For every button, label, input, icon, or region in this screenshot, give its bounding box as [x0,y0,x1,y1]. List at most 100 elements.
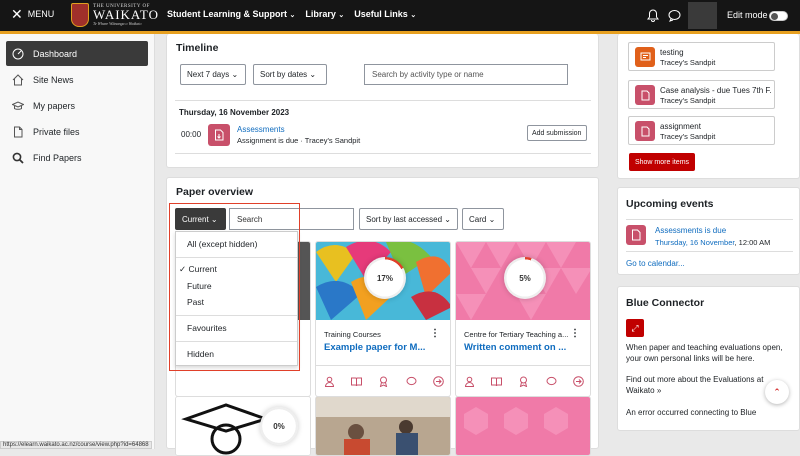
chevron-down-icon: ⌄ [289,12,296,19]
chevron-down-icon: ⌄ [338,12,345,19]
event-link[interactable]: Assessments [237,125,285,134]
recent-item-sub: Tracey's Sandpit [660,132,716,141]
chevron-down-icon: ⌄ [488,214,496,224]
menu-label: MENU [27,9,55,19]
progress-ring: 0% [260,407,298,445]
dashboard-icon [12,48,24,59]
chevron-down-icon: ⌄ [410,12,417,19]
sidebar-item-site-news[interactable]: Site News [6,67,148,92]
blue-connector-error: An error occurred connecting to Blue [626,408,757,417]
paper-card[interactable] [455,396,591,456]
paper-category: Training Courses [324,330,381,339]
back-to-top-button[interactable]: ⌃ [765,380,789,404]
participants-icon[interactable] [464,376,475,387]
progress-ring: 5% [504,257,546,299]
view-mode-button[interactable]: Card ⌄ [462,208,504,230]
nav-useful-links[interactable]: Useful Links ⌄ [354,9,416,19]
arrow-right-circle-icon[interactable] [573,376,584,387]
paper-overview-title: Paper overview [176,186,254,198]
top-navbar: ✕ MENU THE UNIVERSITY OF WAIKATO Te Whar… [0,0,800,31]
forum-icon[interactable] [406,376,417,387]
recent-item[interactable]: testing Tracey's Sandpit [628,42,775,71]
paper-card-actions [316,365,450,396]
recent-item[interactable]: Case analysis - due Tues 7th F... Tracey… [628,80,775,109]
paper-category: Centre for Tertiary Teaching a... [464,330,569,339]
pink-pattern-image [456,397,590,455]
paper-card[interactable] [315,396,451,456]
bell-icon[interactable] [647,9,659,22]
paper-name-link[interactable]: Example paper for M... [324,342,425,353]
blue-connector-block: Blue Connector ⤢ When paper and teaching… [617,286,800,431]
nav-library[interactable]: Library ⌄ [305,9,344,19]
chevron-down-icon: ⌄ [444,214,451,224]
search-icon [12,152,24,164]
chat-icon[interactable] [668,9,681,22]
recent-item-title: assignment [660,122,701,131]
book-icon[interactable] [351,376,363,387]
feedback-icon [635,47,655,67]
timeline-search-input[interactable]: Search by activity type or name [364,64,568,85]
graduation-cap-icon [12,100,24,110]
paper-card[interactable]: 0% [175,396,311,456]
recent-item[interactable]: assignment Tracey's Sandpit [628,116,775,145]
recent-items-block: testing Tracey's Sandpit Case analysis -… [617,34,800,179]
arrow-right-circle-icon[interactable] [433,376,444,387]
nav-student-learning[interactable]: Student Learning & Support ⌄ [167,9,295,19]
sidebar-item-find-papers[interactable]: Find Papers [6,145,148,170]
chevron-up-icon: ⌃ [773,386,781,397]
blue-connector-title: Blue Connector [626,297,705,309]
evaluations-info-link[interactable]: Find out more about the Evaluations at W… [626,374,786,396]
edit-mode-label: Edit mode [727,10,768,20]
more-options-icon[interactable]: ⋮ [570,328,580,339]
timeline-block: Timeline Next 7 days ⌄ Sort by dates ⌄ S… [166,34,599,168]
edit-mode-toggle[interactable] [769,11,788,21]
forum-icon[interactable] [546,376,557,387]
timeline-date-heading: Thursday, 16 November 2023 [179,108,290,117]
progress-ring: 17% [364,257,406,299]
event-time: 00:00 [181,130,202,139]
sidebar-item-private-files[interactable]: Private files [6,119,148,144]
show-more-items-button[interactable]: Show more items [629,153,695,171]
recent-item-title: Case analysis - due Tues 7th F... [660,86,772,95]
upcoming-event-link[interactable]: Assessments is due [655,226,726,235]
left-drawer: Dashboard Site News My papers Private fi… [0,34,155,449]
timeline-day-filter[interactable]: Next 7 days ⌄ [180,64,246,85]
students-image [316,397,450,455]
recent-item-sub: Tracey's Sandpit [660,58,716,67]
university-logo[interactable]: THE UNIVERSITY OF WAIKATO Te Whare Wānan… [71,3,159,27]
sidebar-item-label: My papers [33,100,76,111]
close-icon: ✕ [11,6,23,22]
award-icon[interactable] [518,376,529,387]
user-avatar[interactable] [688,2,717,29]
more-options-icon[interactable]: ⋮ [430,328,440,339]
go-to-calendar-link[interactable]: Go to calendar... [626,259,685,268]
paper-card[interactable]: 17% Training Courses ⋮ Example paper for… [315,241,451,397]
chevron-down-icon: ⌄ [309,70,317,79]
sidebar-item-label: Site News [33,74,74,85]
paper-name-link[interactable]: Written comment on ... [464,342,566,353]
recent-item-sub: Tracey's Sandpit [660,96,716,105]
paper-sort-button[interactable]: Sort by last accessed ⌄ [359,208,458,230]
sidebar-item-my-papers[interactable]: My papers [6,93,148,118]
assignment-icon [208,124,230,146]
upcoming-event-date: Thursday, 16 November, 12:00 AM [655,238,771,247]
assignment-icon [635,85,655,105]
sidebar-item-label: Dashboard [33,48,78,59]
highlight-annotation [169,203,300,371]
add-submission-button[interactable]: Add submission [527,125,587,141]
timeline-sort[interactable]: Sort by dates ⌄ [253,64,327,85]
crest-icon [71,3,89,27]
award-icon[interactable] [378,376,389,387]
assignment-icon [626,225,646,245]
participants-icon[interactable] [324,376,335,387]
upcoming-events-block: Upcoming events Assessments is due Thurs… [617,187,800,275]
menu-button[interactable]: ✕ MENU [11,6,55,22]
browser-status-url: https://elearn.waikato.ac.nz/course/view… [0,441,152,449]
sidebar-item-dashboard[interactable]: Dashboard [6,41,148,66]
paper-card-actions [456,365,590,396]
expand-icon[interactable]: ⤢ [626,319,644,337]
paper-card[interactable]: 5% Centre for Tertiary Teaching a... ⋮ W… [455,241,591,397]
home-icon [12,73,24,85]
recent-item-title: testing [660,48,684,57]
book-icon[interactable] [491,376,503,387]
